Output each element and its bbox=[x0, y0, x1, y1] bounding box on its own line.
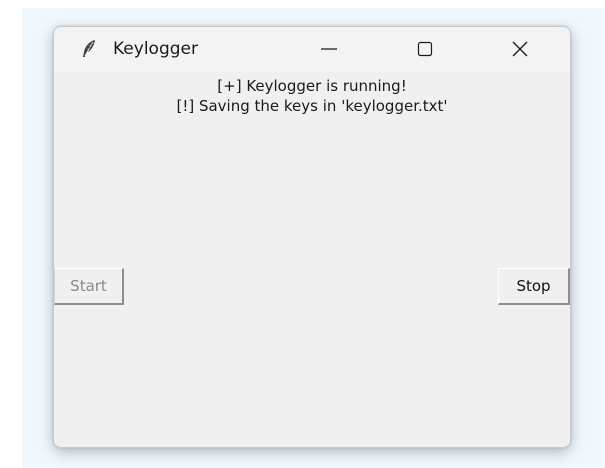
keylogger-window: Keylogger [+] Keylogger is running! [!] … bbox=[53, 26, 571, 448]
maximize-icon bbox=[415, 41, 435, 57]
stop-button[interactable]: Stop bbox=[498, 268, 570, 305]
minimize-icon bbox=[319, 42, 339, 56]
start-button[interactable]: Start bbox=[54, 268, 124, 305]
close-button[interactable] bbox=[497, 35, 543, 63]
feather-icon bbox=[80, 39, 98, 59]
save-location-message: [!] Saving the keys in 'keylogger.txt' bbox=[176, 97, 448, 115]
maximize-button[interactable] bbox=[402, 35, 448, 63]
window-title: Keylogger bbox=[113, 39, 198, 59]
close-icon bbox=[511, 40, 529, 58]
status-message: [+] Keylogger is running! bbox=[217, 77, 407, 95]
minimize-button[interactable] bbox=[306, 35, 352, 63]
title-bar[interactable]: Keylogger bbox=[54, 27, 570, 71]
